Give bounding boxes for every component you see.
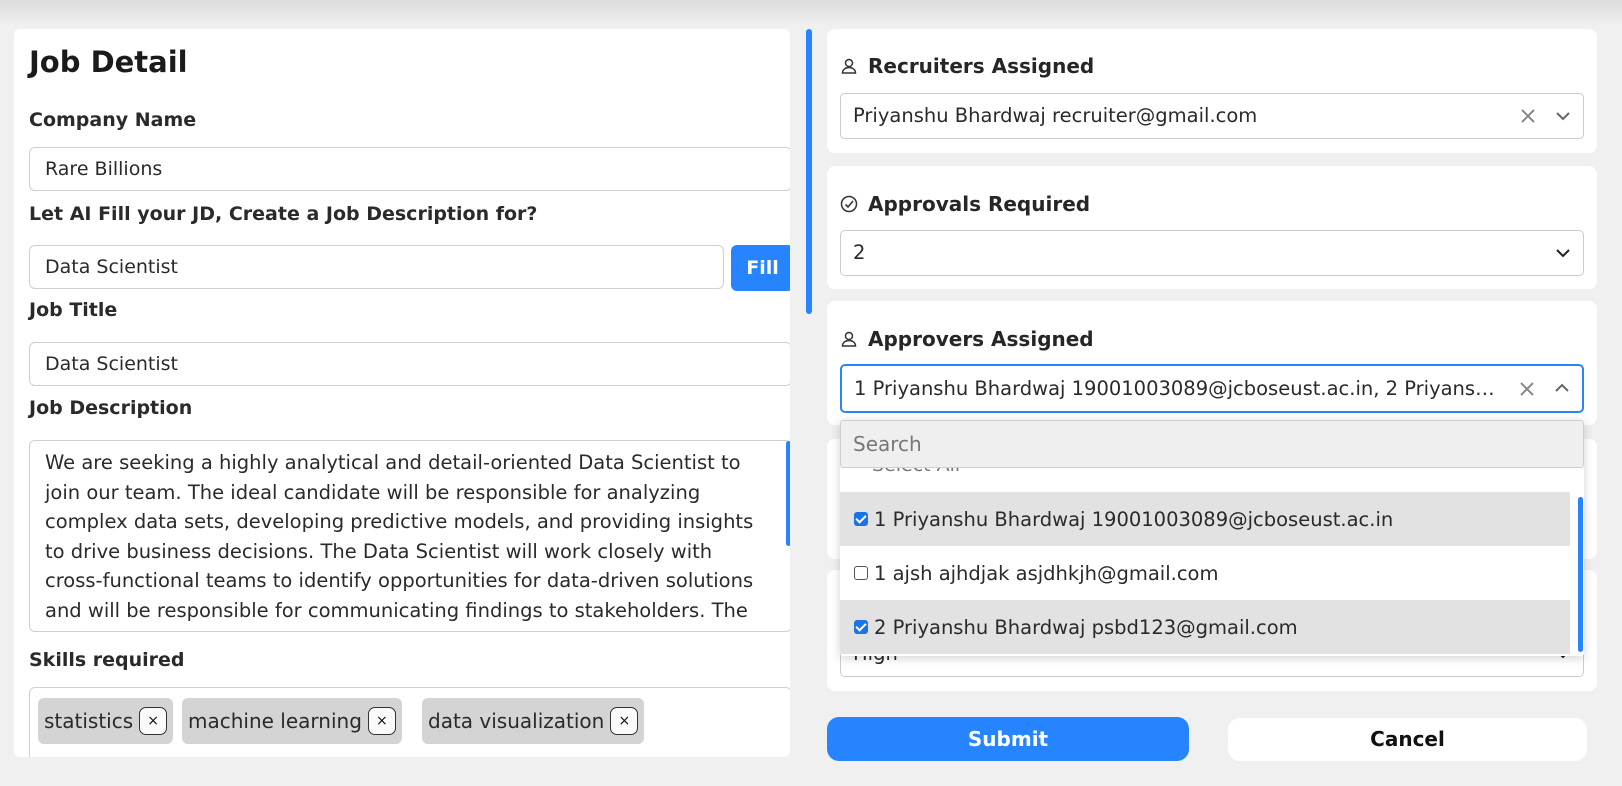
option-label: 2 Priyanshu Bhardwaj psbd123@gmail.com [874, 615, 1298, 639]
option-label: 1 Priyanshu Bhardwaj 19001003089@jcboseu… [874, 507, 1394, 531]
recruiters-label-row: Recruiters Assigned [840, 54, 1094, 78]
company-name-label: Company Name [29, 109, 197, 131]
chevron-down-icon[interactable] [1555, 109, 1571, 123]
option-label: 1 ajsh ajhdjak asjdhkjh@gmail.com [874, 561, 1219, 585]
dropdown-search-input[interactable]: Search [840, 420, 1584, 468]
approvals-value: 2 [853, 241, 866, 264]
checkbox-checked-icon[interactable] [854, 512, 868, 526]
dropdown-option[interactable]: 1 ajsh ajhdjak asjdhkjh@gmail.com [840, 546, 1570, 600]
description-scrollbar[interactable] [786, 441, 790, 546]
skill-chip: statistics × [38, 698, 174, 744]
clear-icon[interactable] [1519, 107, 1537, 125]
dropdown-option[interactable]: 2 Priyanshu Bhardwaj psbd123@gmail.com [840, 600, 1570, 654]
dropdown-option[interactable]: 1 Priyanshu Bhardwaj 19001003089@jcboseu… [840, 492, 1570, 546]
recruiters-label: Recruiters Assigned [868, 54, 1095, 78]
job-description-label: Job Description [29, 397, 193, 419]
select-all-label: Select All [872, 468, 960, 476]
fill-button[interactable]: Fill [731, 245, 790, 291]
skill-chip: machine learning × [182, 698, 402, 744]
cancel-button[interactable]: Cancel [1228, 718, 1587, 761]
job-title-label: Job Title [29, 299, 118, 321]
chevron-down-icon[interactable] [1555, 246, 1571, 260]
ai-fill-label: Let AI Fill your JD, Create a Job Descri… [29, 203, 538, 225]
checkbox-checked-icon[interactable] [854, 620, 868, 634]
check-circle-icon [840, 195, 858, 213]
approvers-card: Approvers Assigned 1 Priyanshu Bhardwaj … [827, 301, 1597, 425]
approvals-card: Approvals Required 2 [827, 166, 1597, 289]
skill-chip-label: statistics [44, 709, 134, 733]
skill-chip-label: machine learning [188, 709, 362, 733]
job-title-input[interactable]: Data Scientist [29, 342, 790, 386]
user-icon [841, 58, 857, 74]
company-name-input[interactable]: Rare Billions [29, 147, 790, 191]
skills-label: Skills required [29, 649, 185, 671]
checkbox-unchecked-icon[interactable] [854, 566, 868, 580]
recruiters-value: Priyanshu Bhardwaj recruiter@gmail.com [853, 104, 1258, 127]
approvals-label: Approvals Required [868, 192, 1091, 216]
approvers-label: Approvers Assigned [868, 327, 1094, 351]
approvers-dropdown: Search Select All 1 Priyanshu Bhardwaj 1… [840, 420, 1584, 656]
approvers-label-row: Approvers Assigned [840, 327, 1094, 351]
chip-remove-icon[interactable]: × [139, 707, 168, 735]
select-all-option-partial[interactable]: Select All [840, 468, 1570, 488]
approvals-select[interactable]: 2 [840, 230, 1584, 276]
job-description-textarea[interactable]: We are seeking a highly analytical and d… [29, 440, 790, 632]
recruiters-card: Recruiters Assigned Priyanshu Bhardwaj r… [827, 29, 1597, 153]
approvals-label-row: Approvals Required [840, 192, 1090, 216]
submit-button[interactable]: Submit [827, 717, 1189, 761]
job-detail-panel: Job Detail Company Name Rare Billions Le… [14, 29, 790, 757]
chip-remove-icon[interactable]: × [367, 707, 396, 735]
skill-chip: data visualization × [422, 698, 645, 744]
chip-remove-icon[interactable]: × [610, 707, 639, 735]
skills-input[interactable]: statistics × machine learning × data vis… [29, 687, 790, 757]
skill-chip-label: data visualization [428, 709, 605, 733]
dropdown-scrollbar[interactable] [1578, 497, 1583, 652]
left-panel-scrollbar[interactable] [806, 29, 812, 314]
ai-jd-input[interactable]: Data Scientist [29, 245, 724, 289]
page-title: Job Detail [29, 45, 188, 79]
job-description-text: We are seeking a highly analytical and d… [45, 451, 754, 622]
user-icon [841, 331, 857, 347]
approvers-value: 1 Priyanshu Bhardwaj 19001003089@jcboseu… [854, 377, 1504, 400]
chevron-up-icon[interactable] [1554, 381, 1570, 395]
clear-icon[interactable] [1518, 380, 1536, 398]
recruiters-select[interactable]: Priyanshu Bhardwaj recruiter@gmail.com [840, 93, 1584, 139]
top-shadow [0, 0, 1622, 26]
approvers-select[interactable]: 1 Priyanshu Bhardwaj 19001003089@jcboseu… [840, 364, 1584, 413]
